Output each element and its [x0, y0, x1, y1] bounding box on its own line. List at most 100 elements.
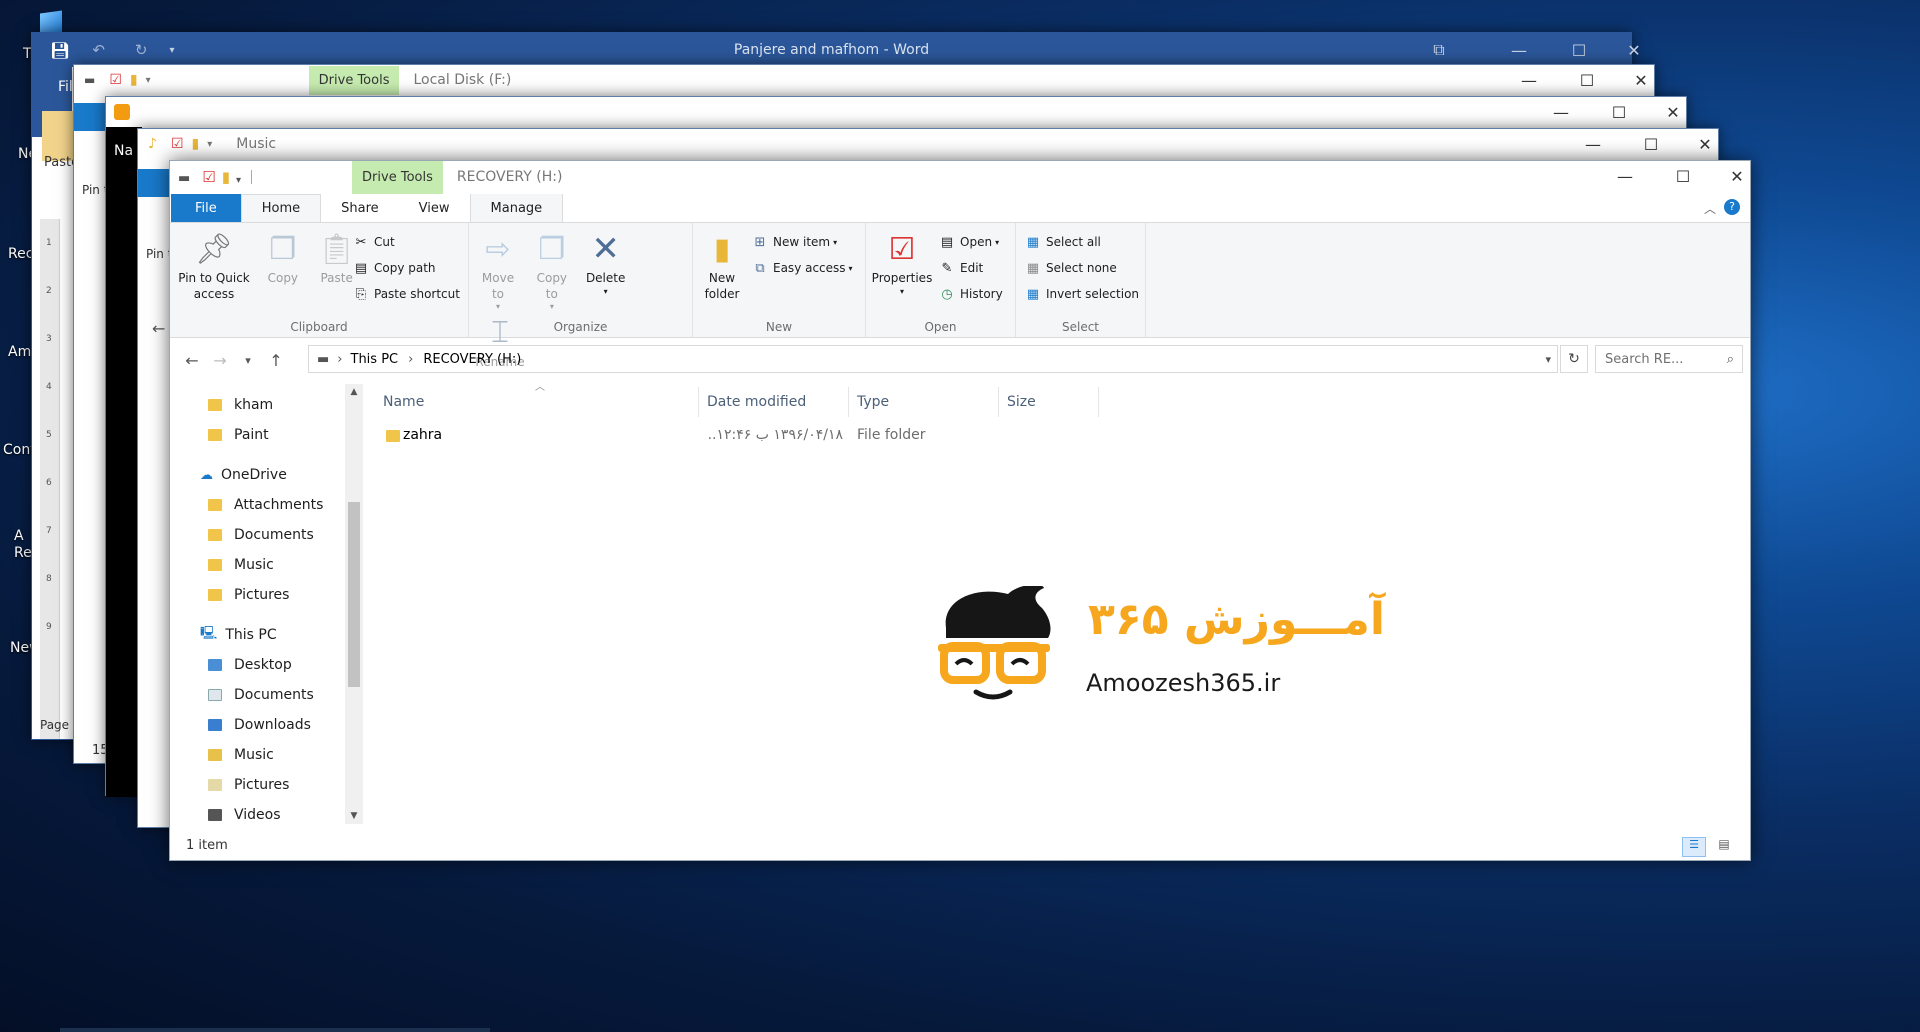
- history-button[interactable]: ◷ History: [938, 281, 1002, 307]
- column-header-name[interactable]: Name: [375, 387, 699, 417]
- maximize-button[interactable]: ☐: [1592, 97, 1646, 127]
- nav-item-onedrive[interactable]: ☁ OneDrive: [170, 460, 368, 490]
- properties-qat-icon[interactable]: ☑: [109, 72, 122, 88]
- cut-button[interactable]: ✂ Cut: [352, 229, 460, 255]
- copy-button[interactable]: ❐ Copy: [260, 229, 306, 287]
- nav-item-documents[interactable]: Documents: [170, 520, 368, 550]
- drive-icon: ▬: [84, 73, 96, 87]
- nav-item-documents-pc[interactable]: Documents: [170, 680, 368, 710]
- drive-tools-tab[interactable]: Drive Tools: [308, 66, 400, 95]
- nav-scrollbar[interactable]: ▲ ▼: [345, 384, 363, 824]
- tab-share[interactable]: Share: [321, 194, 399, 222]
- forward-arrow-icon[interactable]: →: [206, 351, 234, 370]
- copy-to-button[interactable]: ❐ Copy to ▾: [529, 229, 575, 313]
- paste-shortcut-button[interactable]: ⎘ Paste shortcut: [352, 281, 460, 307]
- scroll-thumb[interactable]: [348, 502, 360, 687]
- address-bar[interactable]: ▬ › This PC › RECOVERY (H:) ▾: [308, 345, 1558, 373]
- file-row[interactable]: zahra ۱۳۹۶/۰۴/۱۸ ب ۱۲:۴۶... File folder: [375, 422, 1675, 450]
- up-arrow-icon[interactable]: ↑: [262, 351, 290, 370]
- select-all-button[interactable]: ▦ Select all: [1024, 229, 1139, 255]
- new-folder-qat-icon[interactable]: ▮: [222, 168, 230, 186]
- select-none-label: Select none: [1046, 261, 1117, 275]
- invert-selection-button[interactable]: ▦ Invert selection: [1024, 281, 1139, 307]
- close-button[interactable]: ✕: [1607, 33, 1661, 67]
- edit-button[interactable]: ✎ Edit: [938, 255, 1003, 281]
- nav-item-pictures-pc[interactable]: Pictures: [170, 770, 368, 800]
- nav-item-kham[interactable]: kham: [170, 390, 368, 420]
- nav-item-videos[interactable]: Videos: [170, 800, 368, 822]
- large-icons-view-icon[interactable]: ▤: [1712, 837, 1736, 857]
- properties-button[interactable]: ☑ Properties ▾: [872, 229, 933, 297]
- delete-button[interactable]: ✕ Delete ▾: [583, 229, 629, 297]
- nav-item-attachments[interactable]: Attachments: [170, 490, 368, 520]
- new-item-button[interactable]: ⊞ New item ▾: [751, 229, 853, 255]
- folder-qat-icon[interactable]: ▮: [192, 136, 200, 152]
- scroll-up-icon[interactable]: ▲: [345, 384, 363, 397]
- scroll-down-icon[interactable]: ▼: [345, 811, 363, 821]
- tab-manage[interactable]: Manage: [469, 194, 564, 222]
- move-to-button[interactable]: ⇨ Move to ▾: [475, 229, 521, 313]
- back-arrow-icon[interactable]: ←: [178, 351, 206, 370]
- maximize-button[interactable]: ☐: [1656, 161, 1710, 191]
- nav-item-music-pc[interactable]: Music: [170, 740, 368, 770]
- nav-item-music[interactable]: Music: [170, 550, 368, 580]
- close-button[interactable]: ✕: [1710, 161, 1764, 191]
- file-type: File folder: [857, 427, 926, 443]
- drive-icon: ▬: [178, 171, 191, 186]
- minimize-button[interactable]: —: [1566, 129, 1620, 159]
- help-icon[interactable]: ?: [1724, 199, 1740, 215]
- chevron-down-icon[interactable]: ▾: [1545, 353, 1551, 366]
- nav-item-paint[interactable]: Paint: [170, 420, 368, 450]
- column-header-date[interactable]: Date modified: [699, 387, 849, 417]
- select-none-button[interactable]: ▦ Select none: [1024, 255, 1139, 281]
- nav-item-pictures[interactable]: Pictures: [170, 580, 368, 610]
- invert-selection-icon: ▦: [1026, 286, 1040, 302]
- column-header-type[interactable]: Type: [849, 387, 999, 417]
- back-icon[interactable]: ←: [152, 319, 165, 338]
- customize-qat-icon[interactable]: ▾: [207, 139, 212, 150]
- watermark-persian-text: آمـــوزش ۳۶۵: [1088, 594, 1385, 645]
- minimize-button[interactable]: —: [1492, 33, 1546, 67]
- maximize-button[interactable]: ☐: [1552, 33, 1606, 67]
- breadcrumb-item[interactable]: This PC: [351, 352, 399, 367]
- minimize-button[interactable]: —: [1502, 65, 1556, 95]
- recent-locations-icon[interactable]: ▾: [234, 354, 262, 367]
- easy-access-button[interactable]: ⧉ Easy access ▾: [751, 255, 852, 281]
- maximize-button[interactable]: ☐: [1624, 129, 1678, 159]
- customize-qat-icon[interactable]: ▾: [236, 175, 241, 186]
- file-tab[interactable]: [138, 169, 170, 197]
- refresh-button[interactable]: ↻: [1560, 345, 1588, 373]
- new-folder-icon: ▮: [713, 231, 731, 267]
- close-button[interactable]: ✕: [1678, 129, 1732, 159]
- pin-quick-access-button[interactable]: 📌︎ Pin to Quick access: [176, 229, 252, 302]
- nav-item-label: This PC: [225, 627, 277, 643]
- minimize-button[interactable]: —: [1598, 161, 1652, 191]
- ribbon-display-icon[interactable]: ⧉: [1412, 33, 1466, 67]
- close-button[interactable]: ✕: [1614, 65, 1668, 95]
- breadcrumb-item[interactable]: RECOVERY (H:): [423, 352, 521, 367]
- properties-qat-icon[interactable]: ☑: [202, 168, 215, 186]
- nav-item-desktop[interactable]: Desktop: [170, 650, 368, 680]
- open-button[interactable]: ▤ Open ▾: [938, 229, 1003, 255]
- minimize-button[interactable]: —: [1534, 97, 1588, 127]
- tab-file[interactable]: File: [171, 194, 241, 222]
- collapse-ribbon-icon[interactable]: ︿: [1704, 200, 1716, 217]
- nav-item-this-pc[interactable]: 🖳︎ This PC: [170, 620, 368, 650]
- nav-item-downloads[interactable]: Downloads: [170, 710, 368, 740]
- folder-qat-icon[interactable]: ▮: [130, 72, 138, 88]
- tab-view[interactable]: View: [399, 194, 470, 222]
- details-view-icon[interactable]: ☰: [1682, 837, 1706, 857]
- customize-qat-icon[interactable]: ▾: [146, 75, 151, 86]
- copy-path-button[interactable]: ▤ Copy path: [352, 255, 460, 281]
- folder-icon: [208, 559, 222, 571]
- maximize-button[interactable]: ☐: [1560, 65, 1614, 95]
- drive-tools-context-tab[interactable]: Drive Tools: [352, 161, 443, 194]
- explorer-window[interactable]: ▬ ☑ ▮ ▾ Drive Tools RECOVERY (H:) — ☐ ✕ …: [169, 160, 1751, 861]
- tab-home[interactable]: Home: [240, 194, 322, 222]
- close-button[interactable]: ✕: [1646, 97, 1700, 127]
- ruler-mark: 3: [46, 334, 52, 344]
- new-folder-button[interactable]: ▮ New folder: [699, 229, 745, 302]
- properties-qat-icon[interactable]: ☑: [171, 136, 184, 152]
- column-header-size[interactable]: Size: [999, 387, 1099, 417]
- search-input[interactable]: Search RE... ⌕: [1595, 345, 1743, 373]
